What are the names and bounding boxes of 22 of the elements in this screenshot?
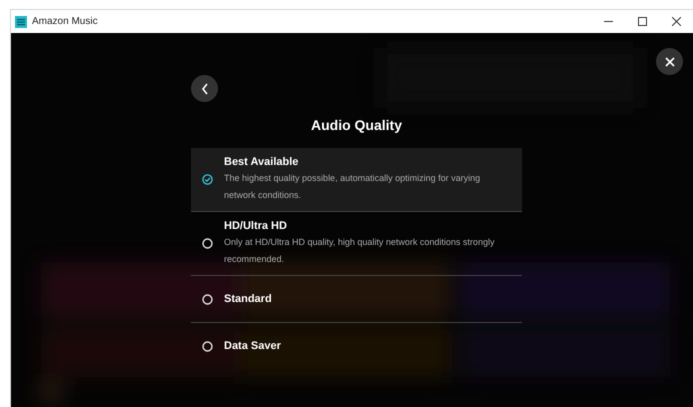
quality-option[interactable]: Best Available The highest quality possible, automatically optimizing for varying network conditions. <box>191 148 522 211</box>
option-label: Best Available <box>224 155 300 169</box>
chevron-left-icon <box>200 82 208 94</box>
app-icon <box>15 16 27 28</box>
maximize-icon <box>638 17 646 26</box>
check-circle-icon <box>202 174 213 185</box>
quality-option[interactable]: HD/Ultra HD Only at HD/Ultra HD quality, high quality network conditions strongly recommended. <box>191 211 522 275</box>
option-description: Only at HD/Ultra HD quality, high quality network conditions strongly recommended. <box>224 236 496 266</box>
quality-option[interactable]: Data Saver <box>191 322 522 369</box>
radio-icon <box>202 238 213 249</box>
close-icon <box>672 17 680 26</box>
close-icon <box>664 56 674 66</box>
quality-option[interactable]: Standard <box>191 275 522 322</box>
option-label: HD/Ultra HD <box>224 219 288 233</box>
option-description: The highest quality possible, automatically optimizing for varying network conditions. <box>224 172 482 202</box>
radio-icon <box>202 340 213 352</box>
window-title: Amazon Music <box>32 15 98 29</box>
dialog-title: Audio Quality <box>311 116 402 135</box>
option-label: Standard <box>224 292 272 306</box>
option-label: Data Saver <box>224 339 281 353</box>
radio-icon <box>202 294 213 304</box>
minimize-icon <box>604 21 612 22</box>
